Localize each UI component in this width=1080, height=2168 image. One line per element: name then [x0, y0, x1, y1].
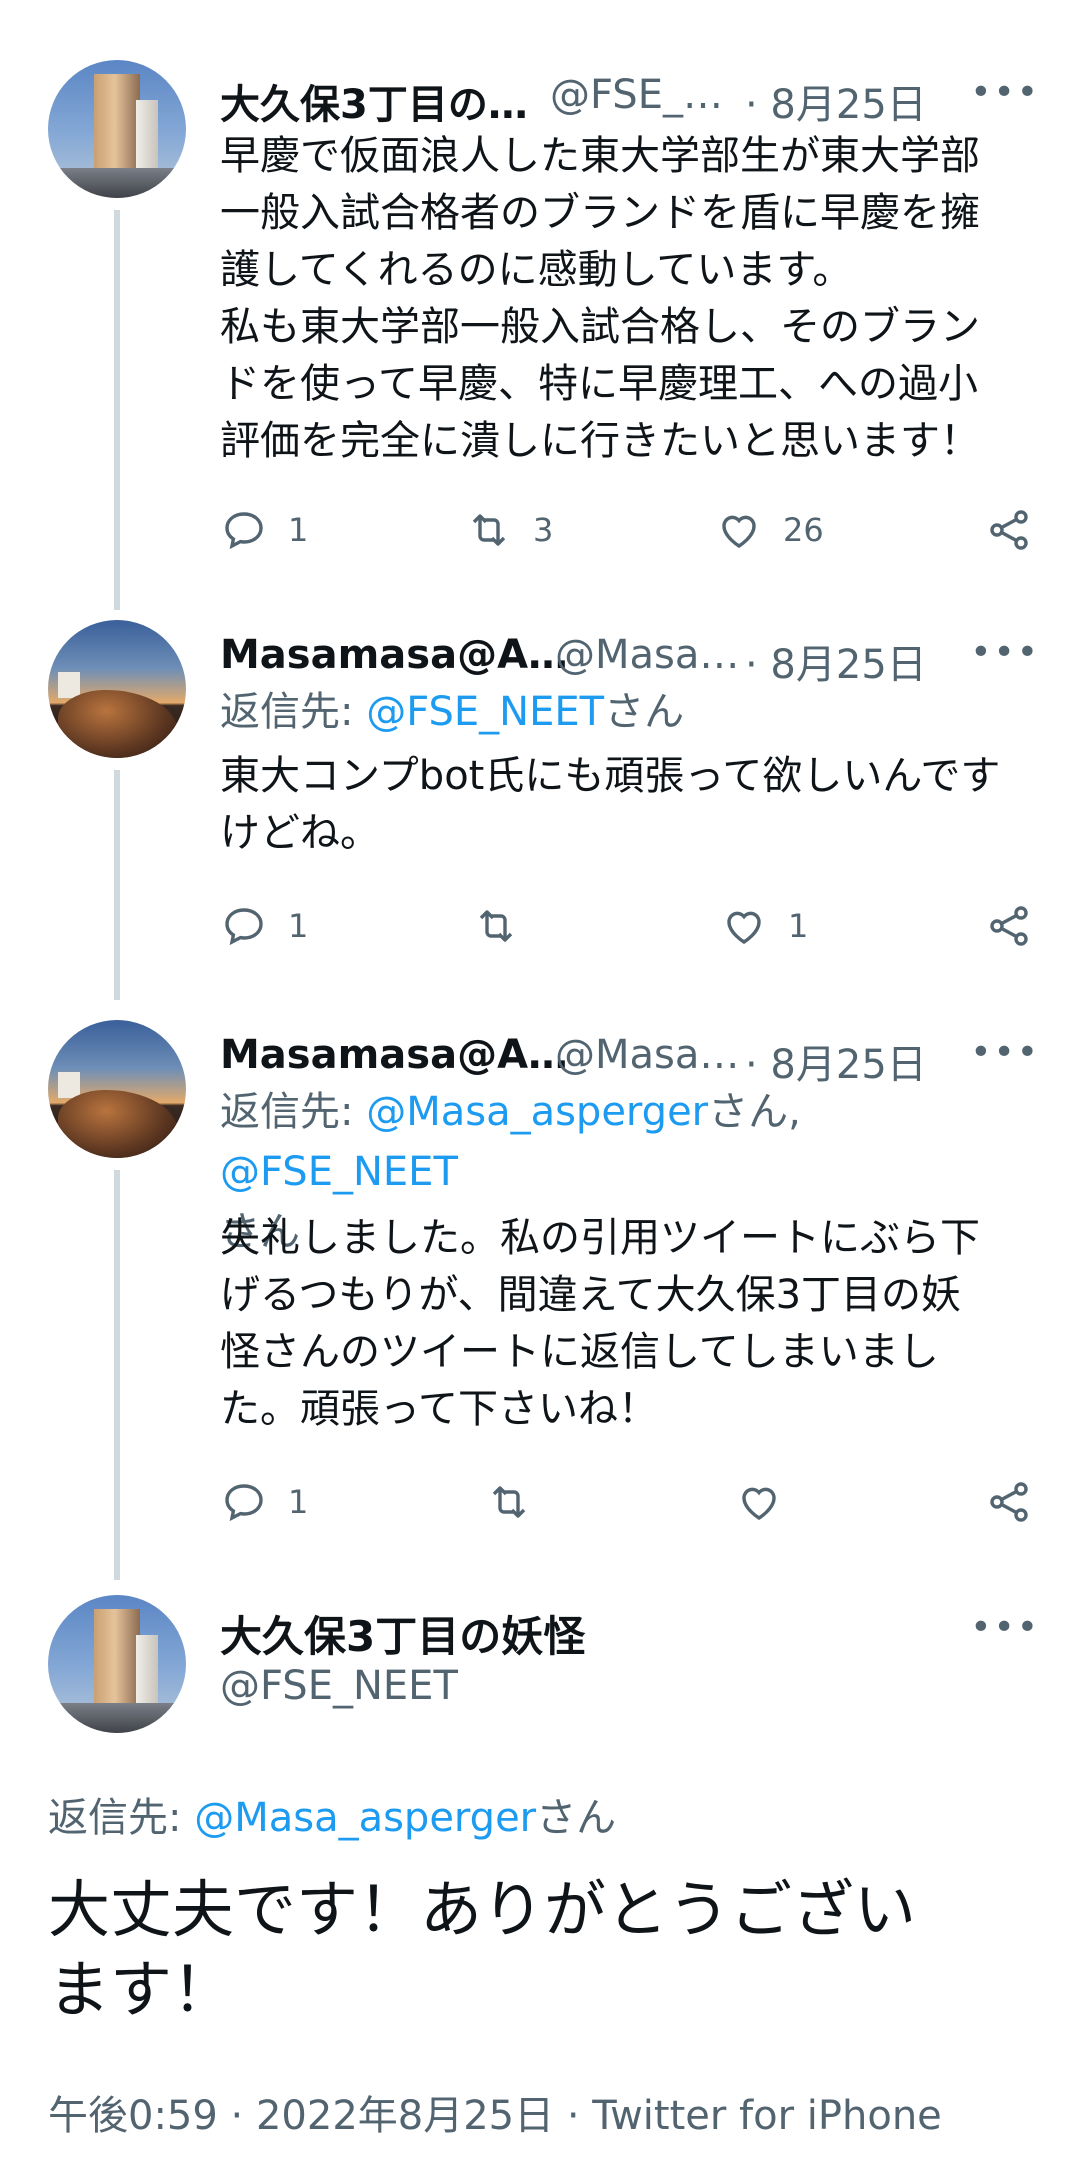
reply-to-line: 返信先: @FSE_NEETさん — [220, 682, 1040, 742]
heart-icon — [722, 515, 756, 548]
reply-to-label: 返信先: — [48, 1795, 195, 1841]
tweet[interactable]: 大久保3丁目の… @FSE_… · 8月25日 ••• 早慶で仮面浪人した東大学… — [0, 60, 1080, 580]
share-icon — [990, 906, 1028, 946]
reply-count: 1 — [288, 907, 309, 945]
tweet-actions: 1 — [220, 1472, 1040, 1532]
tweet-text: 東大コンプbot氏にも頑張って欲しいんです けどね。 — [220, 753, 1001, 856]
reply-to-label: 返信先: — [220, 689, 367, 735]
retweet-icon — [479, 910, 513, 942]
more-options-icon[interactable]: ••• — [970, 632, 1040, 673]
reply-to-suffix: さん — [604, 689, 685, 735]
mention-link[interactable]: @FSE_NEET — [220, 1149, 458, 1195]
reply-button[interactable]: 1 — [220, 896, 308, 956]
retweet-count: 3 — [533, 511, 554, 549]
retweet-button[interactable] — [472, 896, 520, 956]
share-button[interactable] — [985, 500, 1033, 560]
tweet[interactable]: Masamasa@A… @Masa… · 8月25日 ••• 返信先: @FSE… — [0, 620, 1080, 990]
retweet-button[interactable] — [485, 1472, 533, 1532]
tweet-header: Masamasa@A… @Masa… · 8月25日 ••• — [220, 632, 1040, 688]
reply-to-line: 返信先: @Masa_aspergerさん — [48, 1785, 616, 1843]
more-options-icon[interactable]: ••• — [970, 72, 1040, 113]
share-button[interactable] — [985, 1472, 1033, 1532]
share-button[interactable] — [985, 896, 1033, 956]
tweet-text: 大丈夫です！ありがとうござい ます！ — [48, 1873, 917, 2026]
retweet-icon — [492, 1486, 526, 1518]
reply-count: 1 — [288, 511, 309, 549]
like-button[interactable]: 26 — [715, 500, 824, 560]
tweet[interactable]: Masamasa@A… @Masa… · 8月25日 ••• 返信先: @Mas… — [0, 1020, 1080, 1560]
tweet-actions: 1 3 26 — [220, 500, 1040, 560]
tweet-header: 大久保3丁目の… @FSE_… · 8月25日 ••• — [220, 72, 1040, 128]
tweet-date[interactable]: · 8月25日 — [745, 72, 927, 130]
avatar[interactable] — [48, 620, 186, 758]
heart-icon — [727, 911, 761, 944]
display-name[interactable]: 大久保3丁目の… — [220, 72, 528, 130]
timestamp[interactable]: 午後0:59 · 2022年8月25日 · — [48, 2093, 592, 2139]
display-name[interactable]: 大久保3丁目の妖怪 — [220, 1603, 585, 1664]
tweet-header: Masamasa@A… @Masa… · 8月25日 ••• — [220, 1032, 1040, 1088]
reply-to-suffix: さん — [536, 1795, 617, 1841]
reply-to-separator: さん, — [708, 1089, 801, 1135]
tweet-metadata: 午後0:59 · 2022年8月25日 · Twitter for iPhone — [48, 2083, 942, 2141]
avatar[interactable] — [48, 1020, 186, 1158]
like-count: 26 — [783, 511, 824, 549]
tweet-text: 早慶で仮面浪人した東大学部生が東大学部 一般入試合格者のブランドを盾に早慶を擁 … — [220, 133, 980, 464]
user-handle[interactable]: @Masa… — [555, 1032, 739, 1078]
user-handle[interactable]: @FSE_… — [550, 72, 723, 118]
retweet-icon — [472, 514, 506, 546]
share-icon — [990, 1482, 1028, 1522]
avatar[interactable] — [48, 1595, 186, 1733]
focused-tweet: 大久保3丁目の妖怪 @FSE_NEET ••• 返信先: @Masa_asper… — [0, 1595, 1080, 2168]
tweet-actions: 1 1 — [220, 896, 1040, 956]
like-button[interactable]: 1 — [720, 896, 808, 956]
display-name[interactable]: Masamasa@A… — [220, 1032, 568, 1078]
reply-bubble-icon — [225, 512, 263, 550]
avatar[interactable] — [48, 60, 186, 198]
reply-bubble-icon — [225, 1484, 263, 1522]
reply-button[interactable]: 1 — [220, 500, 308, 560]
mention-link[interactable]: @FSE_NEET — [366, 689, 604, 735]
tweet-text: 失礼しました。私の引用ツイートにぶら下 げるつもりが、間違えて大久保3丁目の妖 … — [220, 1215, 980, 1432]
reply-to-label: 返信先: — [220, 1089, 367, 1135]
mention-link[interactable]: @Masa_asperger — [194, 1795, 536, 1841]
reply-bubble-icon — [225, 908, 263, 946]
like-count: 1 — [788, 907, 809, 945]
mention-link[interactable]: @Masa_asperger — [366, 1089, 708, 1135]
user-handle[interactable]: @FSE_NEET — [220, 1663, 458, 1709]
user-handle[interactable]: @Masa… — [555, 632, 739, 678]
heart-icon — [742, 1487, 776, 1520]
retweet-button[interactable]: 3 — [465, 500, 553, 560]
share-icon — [990, 510, 1028, 550]
reply-count: 1 — [288, 1483, 309, 1521]
more-options-icon[interactable]: ••• — [970, 1032, 1040, 1073]
tweet-source: Twitter for iPhone — [592, 2093, 942, 2139]
like-button[interactable] — [735, 1472, 783, 1532]
reply-button[interactable]: 1 — [220, 1472, 308, 1532]
display-name[interactable]: Masamasa@A… — [220, 632, 568, 678]
more-options-icon[interactable]: ••• — [970, 1607, 1040, 1648]
